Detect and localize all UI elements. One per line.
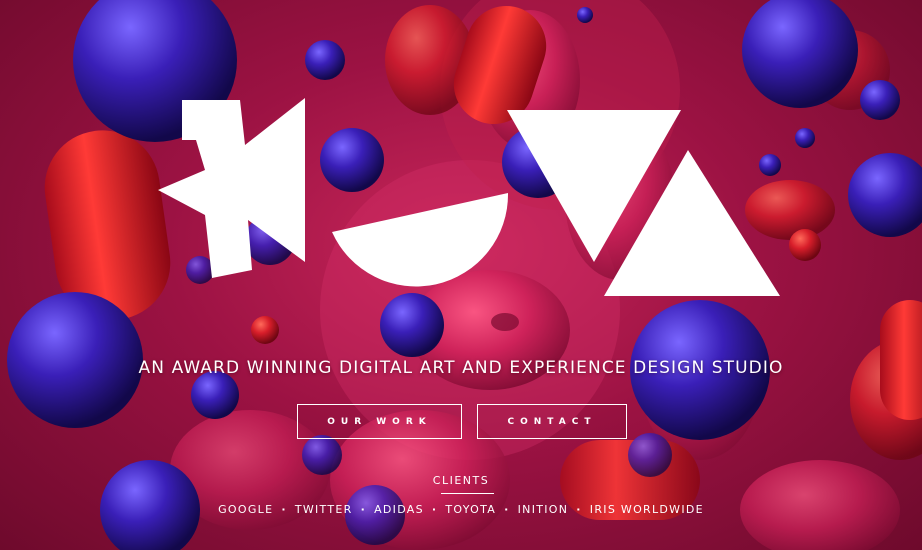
contact-button[interactable]: CONTACT	[477, 404, 627, 439]
logo-o-halfcircle	[332, 193, 509, 287]
clients-list: GOOGLE · TWITTER · ADIDAS · TOYOTA · INI…	[0, 503, 922, 516]
client-item: GOOGLE	[218, 503, 274, 516]
client-item: TWITTER	[294, 503, 353, 516]
client-item: IRIS WORLDWIDE	[589, 503, 704, 516]
client-item: TOYOTA	[445, 503, 497, 516]
client-separator: ·	[576, 503, 582, 516]
client-separator: ·	[281, 503, 287, 516]
clients-heading: CLIENTS	[432, 474, 490, 487]
clients-heading-underline	[441, 493, 494, 494]
client-item: ADIDAS	[374, 503, 424, 516]
studio-tagline: AN AWARD WINNING DIGITAL ART AND EXPERIE…	[138, 358, 784, 378]
client-separator: ·	[504, 503, 510, 516]
client-separator: ·	[431, 503, 438, 516]
logo-k-shape	[158, 98, 305, 278]
hero-section: AN AWARD WINNING DIGITAL ART AND EXPERIE…	[0, 0, 922, 550]
kova-logo	[158, 98, 780, 296]
client-item: INITION	[517, 503, 569, 516]
our-work-button[interactable]: OUR WORK	[297, 404, 462, 439]
client-separator: ·	[360, 503, 367, 516]
